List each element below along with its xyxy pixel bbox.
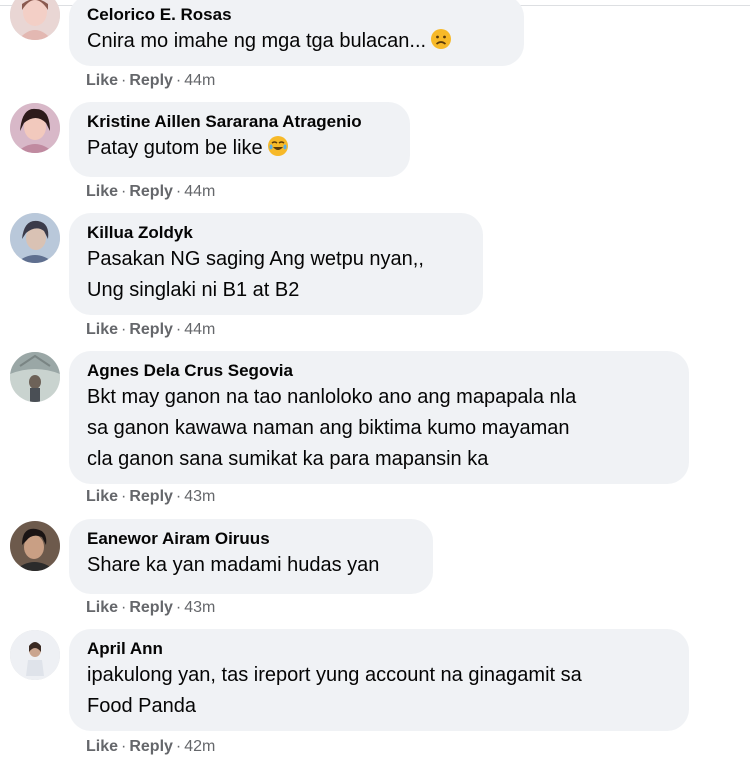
comment-author[interactable]: Kristine Aillen Sararana Atragenio (87, 111, 392, 133)
separator-dot: · (121, 738, 127, 755)
like-button[interactable]: Like (86, 183, 118, 200)
comment-timestamp[interactable]: 42m (184, 738, 215, 755)
like-button[interactable]: Like (86, 488, 118, 505)
reply-button[interactable]: Reply (129, 488, 173, 505)
separator-dot: · (175, 599, 182, 616)
comment-actions: Like · Reply · 43m (86, 598, 215, 618)
comment-author[interactable]: Celorico E. Rosas (87, 4, 506, 26)
comment-actions: Like · Reply · 44m (86, 320, 215, 340)
laughing-crying-emoji (267, 135, 289, 157)
comment-author[interactable]: Killua Zoldyk (87, 222, 465, 244)
sad-face-emoji (430, 28, 452, 50)
comment-text-line: Food Panda (87, 695, 196, 717)
comment-bubble: Celorico E. Rosas Cnira mo imahe ng mga … (69, 0, 524, 66)
comment-text-line: cla ganon sana sumikat ka para mapansin … (87, 448, 489, 470)
comment-timestamp[interactable]: 43m (184, 488, 215, 505)
comment-text-line: Cnira mo imahe ng mga tga bulacan... (87, 26, 506, 57)
comment-bubble: Agnes Dela Crus Segovia Bkt may ganon na… (69, 351, 689, 484)
separator-dot: · (175, 738, 182, 755)
comment-actions: Like · Reply · 44m (86, 71, 215, 91)
commenter-avatar[interactable] (10, 521, 60, 571)
separator-dot: · (175, 72, 182, 89)
comment-actions: Like · Reply · 44m (86, 182, 215, 202)
like-button[interactable]: Like (86, 321, 118, 338)
like-button[interactable]: Like (86, 72, 118, 89)
reply-button[interactable]: Reply (129, 321, 173, 338)
comment-author[interactable]: April Ann (87, 638, 671, 660)
commenter-avatar[interactable] (10, 103, 60, 153)
separator-dot: · (121, 599, 127, 616)
separator-dot: · (121, 321, 127, 338)
comment-text-line: Share ka yan madami hudas yan (87, 554, 380, 576)
comment-bubble: Kristine Aillen Sararana Atragenio Patay… (69, 102, 410, 177)
commenter-avatar[interactable] (10, 213, 60, 263)
separator-dot: · (175, 488, 182, 505)
commenter-avatar[interactable] (10, 352, 60, 402)
comment-timestamp[interactable]: 44m (184, 72, 215, 89)
comment-bubble: Killua Zoldyk Pasakan NG saging Ang wetp… (69, 213, 483, 315)
reply-button[interactable]: Reply (129, 599, 173, 616)
comment-actions: Like · Reply · 43m (86, 487, 215, 507)
comment-text-line: Pasakan NG saging Ang wetpu nyan,, (87, 248, 424, 270)
separator-dot: · (121, 183, 127, 200)
comment-text-line: Bkt may ganon na tao nanloloko ano ang m… (87, 386, 577, 408)
separator-dot: · (121, 488, 127, 505)
commenter-avatar[interactable] (10, 0, 60, 40)
comment-text-line: ipakulong yan, tas ireport yung account … (87, 664, 582, 686)
comment-bubble: April Ann ipakulong yan, tas ireport yun… (69, 629, 689, 731)
like-button[interactable]: Like (86, 738, 118, 755)
separator-dot: · (175, 183, 182, 200)
comment-text-line: sa ganon kawawa naman ang biktima kumo m… (87, 417, 570, 439)
comment-bubble: Eanewor Airam Oiruus Share ka yan madami… (69, 519, 433, 594)
reply-button[interactable]: Reply (129, 183, 173, 200)
comment-author[interactable]: Agnes Dela Crus Segovia (87, 360, 671, 382)
separator-dot: · (121, 72, 127, 89)
comment-text-line: Patay gutom be like (87, 133, 392, 164)
like-button[interactable]: Like (86, 599, 118, 616)
reply-button[interactable]: Reply (129, 72, 173, 89)
separator-dot: · (175, 321, 182, 338)
comment-timestamp[interactable]: 44m (184, 183, 215, 200)
commenter-avatar[interactable] (10, 630, 60, 680)
comment-author[interactable]: Eanewor Airam Oiruus (87, 528, 415, 550)
comment-timestamp[interactable]: 44m (184, 321, 215, 338)
comment-timestamp[interactable]: 43m (184, 599, 215, 616)
reply-button[interactable]: Reply (129, 738, 173, 755)
comment-text-line: Ung singlaki ni B1 at B2 (87, 279, 300, 301)
comment-actions: Like · Reply · 42m (86, 737, 215, 757)
